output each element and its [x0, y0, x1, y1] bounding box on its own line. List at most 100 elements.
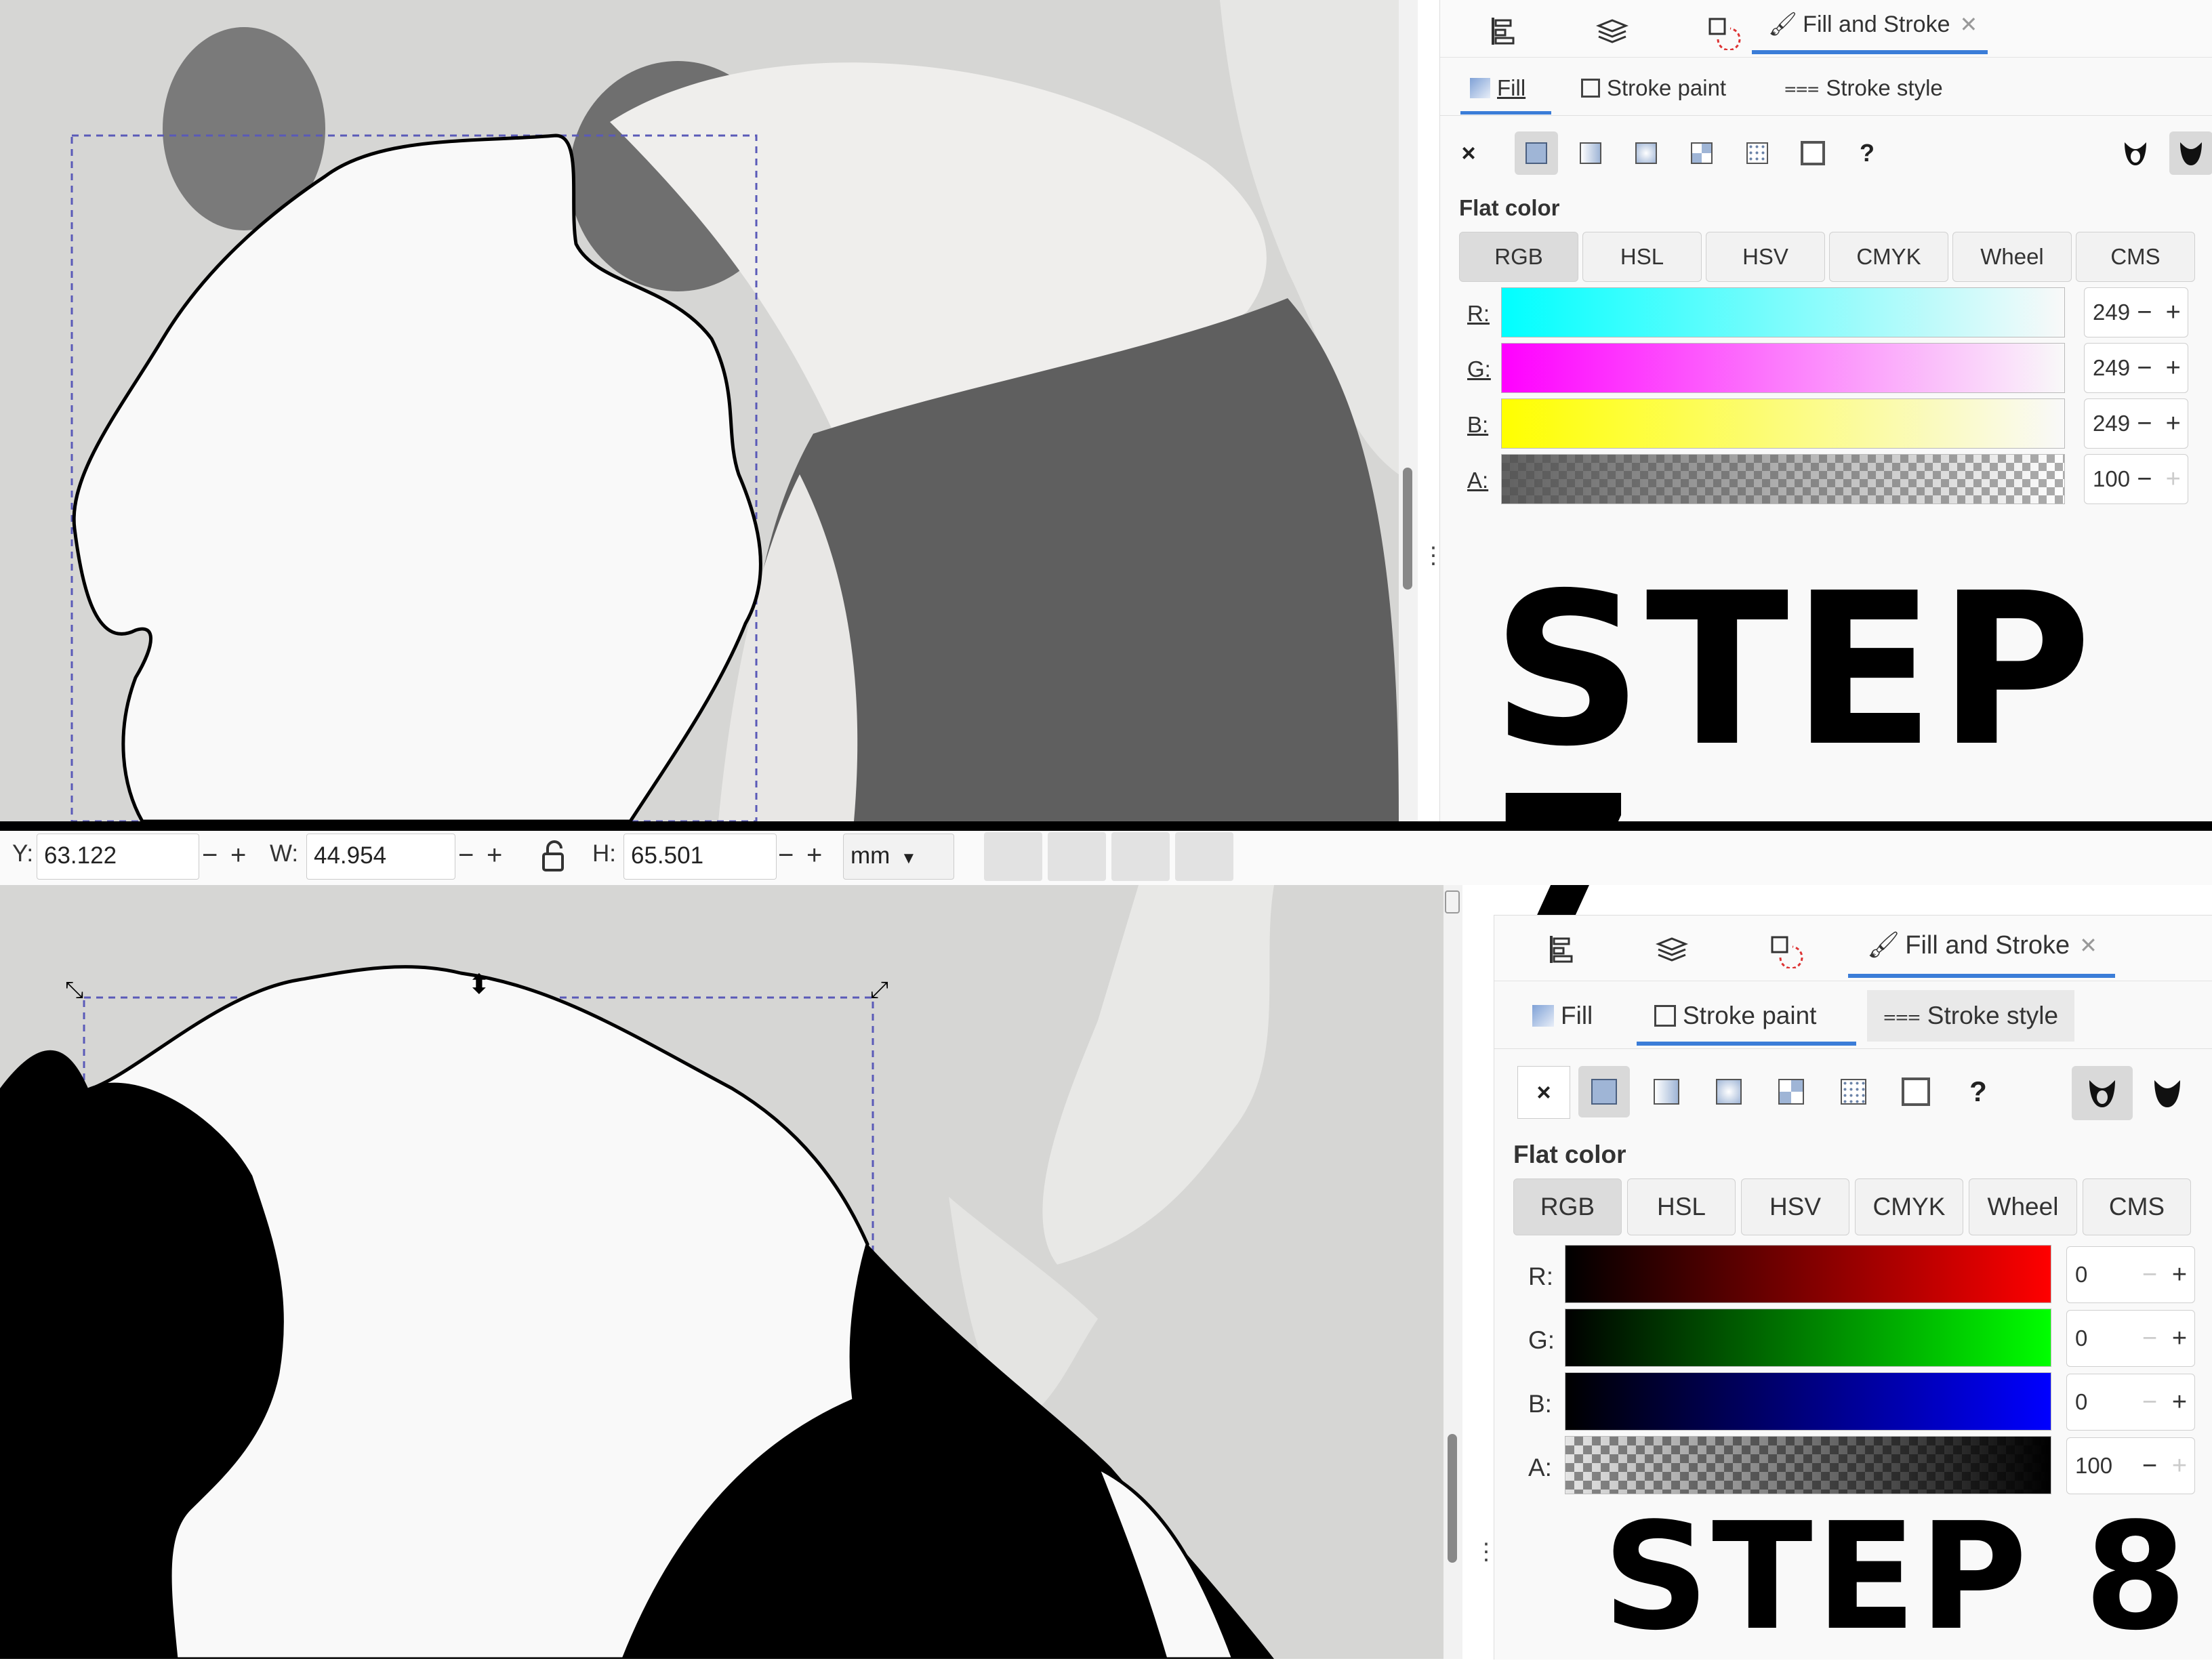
mode-hsl[interactable]: HSL: [1582, 232, 1702, 282]
canvas-scrollbar-step7[interactable]: [1399, 0, 1418, 821]
channel-a-slider[interactable]: [1565, 1436, 2051, 1494]
y-increment-button[interactable]: +: [230, 840, 246, 871]
increment-button[interactable]: +: [2159, 465, 2188, 494]
subtab-stroke-style-step7[interactable]: ⩶ Stroke style: [1784, 68, 1943, 108]
subtab-fill-step8[interactable]: Fill: [1532, 990, 1593, 1042]
fill-rule-evenodd-button[interactable]: [2072, 1066, 2133, 1120]
decrement-button[interactable]: −: [2130, 465, 2158, 494]
channel-r-slider[interactable]: [1565, 1245, 2051, 1303]
no-paint-button[interactable]: ×: [1517, 1066, 1570, 1119]
h-input[interactable]: 65.501: [623, 834, 777, 880]
channel-b-spin[interactable]: 0 − +: [2066, 1374, 2195, 1431]
radial-gradient-button[interactable]: [1624, 131, 1668, 175]
pattern-button[interactable]: [1736, 131, 1779, 175]
decrement-button[interactable]: −: [2135, 1452, 2165, 1481]
move-gradients-button[interactable]: [1111, 832, 1170, 881]
channel-a-slider[interactable]: [1501, 454, 2065, 504]
flat-color-button[interactable]: [1578, 1066, 1630, 1117]
pattern-button[interactable]: [1828, 1066, 1879, 1117]
w-input[interactable]: 44.954: [306, 834, 455, 880]
mode-rgb[interactable]: RGB: [1459, 232, 1578, 282]
channel-r-spin[interactable]: 249− +: [2084, 287, 2188, 337]
channel-b-spin[interactable]: 249− +: [2084, 398, 2188, 449]
decrement-button[interactable]: −: [2135, 1388, 2165, 1417]
increment-button[interactable]: +: [2165, 1260, 2194, 1290]
increment-button[interactable]: +: [2165, 1324, 2194, 1353]
mode-wheel[interactable]: Wheel: [1969, 1178, 2077, 1235]
mode-cms[interactable]: CMS: [2076, 232, 2195, 282]
dock-handle-step7[interactable]: ⋮: [1422, 542, 1445, 583]
radial-gradient-button[interactable]: [1703, 1066, 1755, 1117]
y-input[interactable]: 63.122: [37, 834, 199, 880]
flat-color-button[interactable]: [1515, 131, 1558, 175]
fill-rule-evenodd-button[interactable]: [2114, 131, 2157, 175]
close-icon[interactable]: ✕: [2079, 932, 2097, 958]
close-icon[interactable]: ✕: [1960, 12, 1978, 37]
subtab-stroke-paint-step8[interactable]: Stroke paint: [1654, 990, 1816, 1042]
channel-g-slider[interactable]: [1565, 1309, 2051, 1367]
linear-gradient-button[interactable]: [1641, 1066, 1692, 1117]
channel-g-spin[interactable]: 0 − +: [2066, 1310, 2195, 1367]
canvas-scrollbar-step8[interactable]: [1443, 885, 1462, 1659]
increment-button[interactable]: +: [2165, 1388, 2194, 1417]
w-decrement-button[interactable]: −: [458, 840, 474, 871]
subtab-fill-step7[interactable]: Fill: [1460, 68, 1535, 108]
unset-paint-button[interactable]: ?: [1845, 131, 1889, 175]
subtab-stroke-paint-step7[interactable]: Stroke paint: [1581, 68, 1726, 108]
w-increment-button[interactable]: +: [487, 840, 502, 871]
mode-cmyk[interactable]: CMYK: [1855, 1178, 1963, 1235]
mesh-gradient-button[interactable]: [1680, 131, 1723, 175]
increment-button[interactable]: +: [2159, 409, 2188, 438]
align-icon[interactable]: [1482, 12, 1520, 50]
h-increment-button[interactable]: +: [806, 840, 822, 871]
h-decrement-button[interactable]: −: [778, 840, 794, 871]
transform-icon[interactable]: [1765, 930, 1803, 970]
unset-paint-button[interactable]: ?: [1952, 1066, 2004, 1117]
increment-button[interactable]: +: [2165, 1452, 2194, 1481]
increment-button[interactable]: +: [2159, 354, 2188, 383]
fill-rule-nonzero-button[interactable]: [2169, 131, 2212, 175]
mode-hsv[interactable]: HSV: [1741, 1178, 1849, 1235]
mode-hsv[interactable]: HSV: [1706, 232, 1825, 282]
channel-r-slider[interactable]: [1501, 287, 2065, 337]
mode-rgb[interactable]: RGB: [1513, 1178, 1622, 1235]
swatch-button[interactable]: [1791, 131, 1835, 175]
y-decrement-button[interactable]: −: [202, 840, 218, 871]
tab-fill-and-stroke-step8[interactable]: 🖌 Fill and Stroke ✕: [1867, 930, 2097, 960]
decrement-button[interactable]: −: [2135, 1260, 2165, 1290]
channel-b-slider[interactable]: [1501, 398, 2065, 449]
decrement-button[interactable]: −: [2130, 298, 2158, 327]
layers-icon[interactable]: [1653, 930, 1691, 968]
channel-b-slider[interactable]: [1565, 1372, 2051, 1431]
linear-gradient-button[interactable]: [1569, 131, 1612, 175]
scale-stroke-button[interactable]: [984, 832, 1042, 881]
canvas-step7[interactable]: [0, 0, 1399, 821]
decrement-button[interactable]: −: [2130, 354, 2158, 383]
move-patterns-button[interactable]: [1175, 832, 1233, 881]
transform-icon[interactable]: [1703, 12, 1741, 52]
mode-wheel[interactable]: Wheel: [1952, 232, 2072, 282]
unit-select[interactable]: mm ▼: [843, 834, 954, 880]
channel-g-spin[interactable]: 249− +: [2084, 343, 2188, 393]
channel-g-slider[interactable]: [1501, 343, 2065, 393]
decrement-button[interactable]: −: [2130, 409, 2158, 438]
no-paint-button[interactable]: ×: [1447, 131, 1490, 175]
scale-corners-button[interactable]: [1048, 832, 1106, 881]
tab-fill-and-stroke-step7[interactable]: 🖌 Fill and Stroke ✕: [1768, 11, 1978, 38]
channel-r-spin[interactable]: 0 − +: [2066, 1246, 2195, 1303]
decrement-button[interactable]: −: [2135, 1324, 2165, 1353]
mode-cmyk[interactable]: CMYK: [1829, 232, 1948, 282]
channel-a-spin[interactable]: 100− +: [2066, 1437, 2195, 1494]
align-icon[interactable]: [1540, 930, 1578, 968]
increment-button[interactable]: +: [2159, 298, 2188, 327]
mesh-gradient-button[interactable]: [1765, 1066, 1817, 1117]
lock-icon[interactable]: [539, 838, 567, 876]
mode-cms[interactable]: CMS: [2083, 1178, 2191, 1235]
mode-hsl[interactable]: HSL: [1627, 1178, 1736, 1235]
canvas-step8[interactable]: ⤡ ⬍ ⤢ ⬌ ⬌: [0, 885, 1450, 1659]
swatch-button[interactable]: [1890, 1066, 1942, 1117]
fill-rule-nonzero-button[interactable]: [2137, 1066, 2198, 1120]
subtab-stroke-style-step8[interactable]: ⩶ Stroke style: [1867, 990, 2075, 1042]
layers-icon[interactable]: [1593, 12, 1631, 50]
dock-handle-step8[interactable]: ⋮: [1475, 1538, 1498, 1579]
